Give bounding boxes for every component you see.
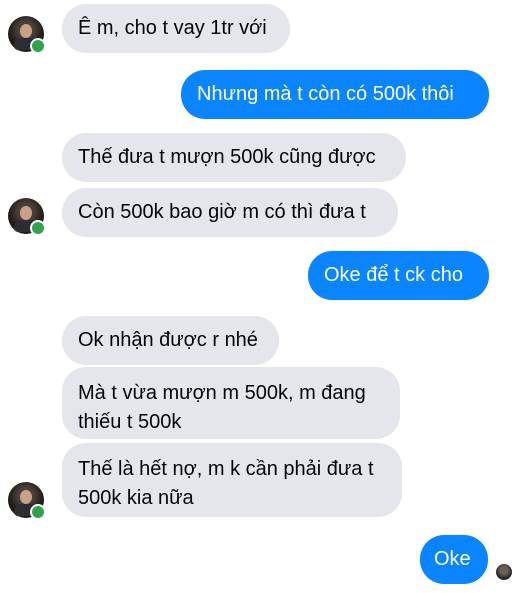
outgoing-message[interactable]: Oke để t ck cho — [308, 251, 489, 300]
avatar-face — [20, 206, 32, 220]
incoming-message[interactable]: Còn 500k bao giờ m có thì đưa t — [62, 188, 398, 237]
contact-avatar[interactable] — [8, 16, 46, 54]
contact-avatar[interactable] — [8, 198, 46, 236]
outgoing-message[interactable]: Nhưng mà t còn có 500k thôi — [181, 70, 489, 119]
chat-thread: Ê m, cho t vay 1tr với Nhưng mà t còn có… — [0, 0, 526, 593]
incoming-message[interactable]: Thế là hết nợ, m k cần phải đưa t 500k k… — [62, 443, 402, 517]
online-dot-icon — [30, 504, 46, 520]
incoming-message[interactable]: Mà t vừa mượn m 500k, m đang thiếu t 500… — [62, 367, 400, 439]
online-dot-icon — [30, 38, 46, 54]
incoming-message[interactable]: Ok nhận được r nhé — [62, 316, 279, 365]
contact-avatar[interactable] — [8, 482, 46, 520]
online-dot-icon — [30, 220, 46, 236]
incoming-message[interactable]: Thế đưa t mượn 500k cũng được — [62, 133, 406, 182]
seen-avatar-icon — [496, 564, 512, 580]
avatar-face — [20, 490, 32, 504]
outgoing-message[interactable]: Oke — [420, 535, 488, 584]
avatar-face — [20, 24, 32, 38]
incoming-message[interactable]: Ê m, cho t vay 1tr với — [62, 4, 290, 53]
